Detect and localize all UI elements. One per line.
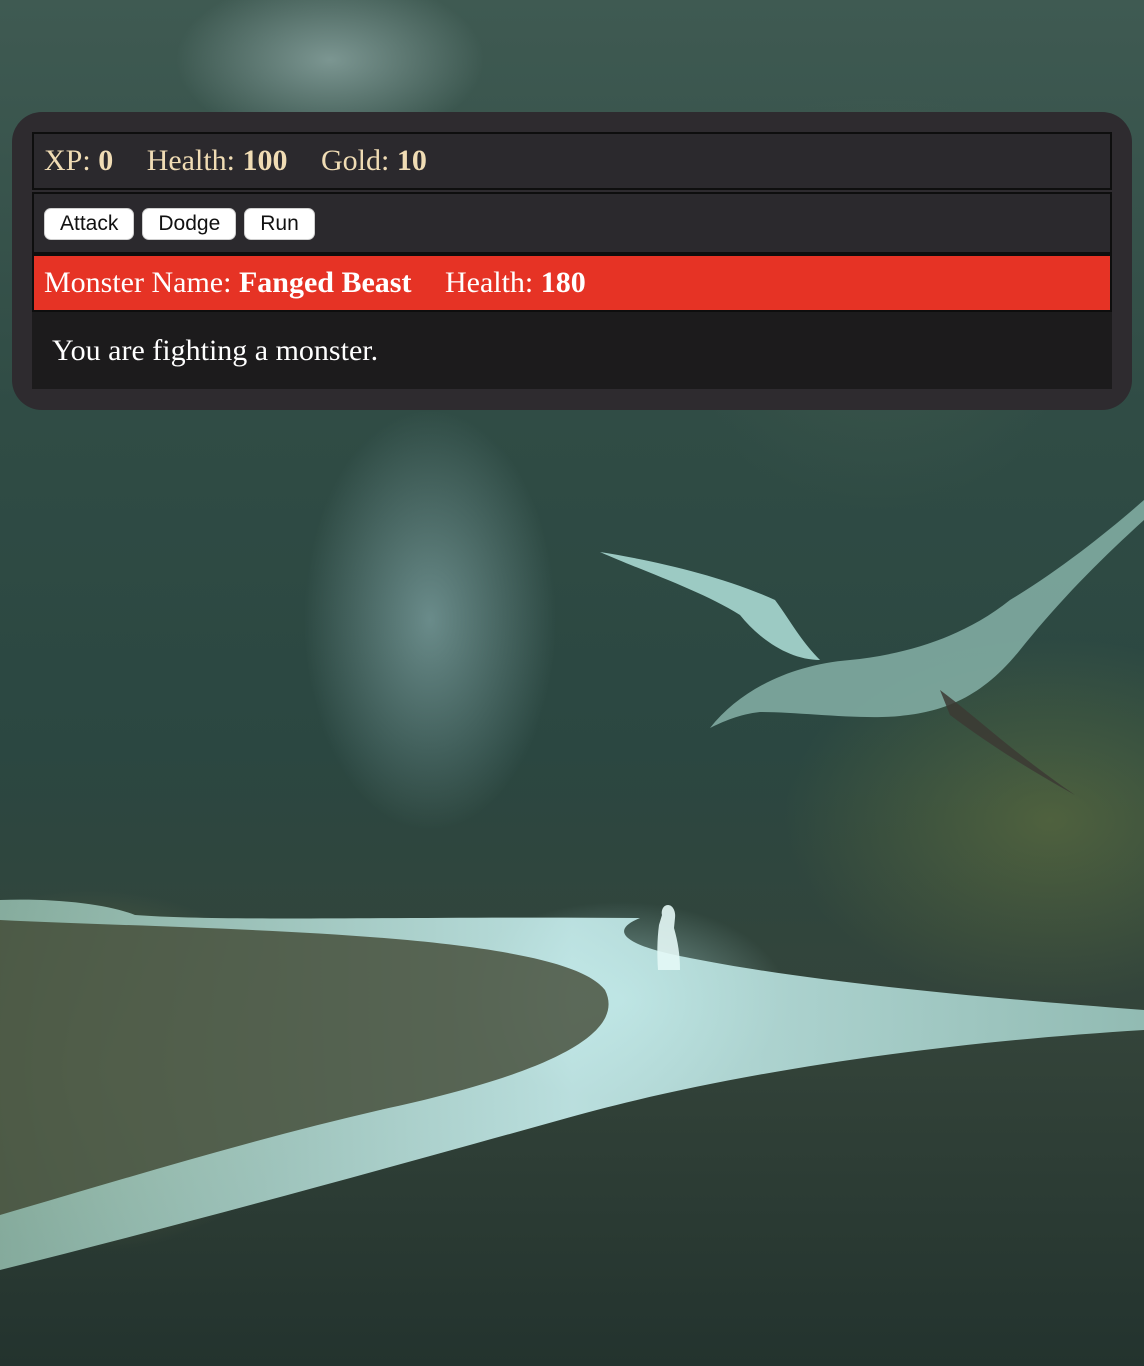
xp-label: XP: xyxy=(44,144,91,177)
monster-health-stat: Health: 180 xyxy=(445,266,586,299)
xp-value: 0 xyxy=(98,144,114,177)
dragon-wing-right xyxy=(940,690,1075,795)
gold-value: 10 xyxy=(396,144,427,177)
player-stats-bar: XP: 0 Health: 100 Gold: 10 xyxy=(32,132,1112,190)
health-value: 100 xyxy=(242,144,288,177)
health-stat: Health: 100 xyxy=(147,144,288,177)
game-message: You are fighting a monster. xyxy=(32,312,1112,389)
run-button[interactable]: Run xyxy=(244,208,315,240)
xp-stat: XP: 0 xyxy=(44,144,113,177)
monster-health-label: Health: xyxy=(444,266,534,299)
monster-name-value: Fanged Beast xyxy=(238,266,412,299)
controls-bar: Attack Dodge Run xyxy=(32,192,1112,254)
attack-button[interactable]: Attack xyxy=(44,208,135,240)
monster-name-label: Monster Name: xyxy=(44,266,232,299)
monster-stats-bar: Monster Name: Fanged Beast Health: 180 xyxy=(32,254,1112,312)
dodge-button[interactable]: Dodge xyxy=(142,208,237,240)
dragon-wing-left xyxy=(600,552,820,660)
monster-name-stat: Monster Name: Fanged Beast xyxy=(44,266,411,299)
figure-silhouette xyxy=(657,905,680,970)
gold-stat: Gold: 10 xyxy=(321,144,427,177)
health-label: Health: xyxy=(146,144,235,177)
game-panel: XP: 0 Health: 100 Gold: 10 Attack Dodge … xyxy=(12,112,1132,410)
monster-health-value: 180 xyxy=(540,266,586,299)
gold-label: Gold: xyxy=(321,144,390,177)
